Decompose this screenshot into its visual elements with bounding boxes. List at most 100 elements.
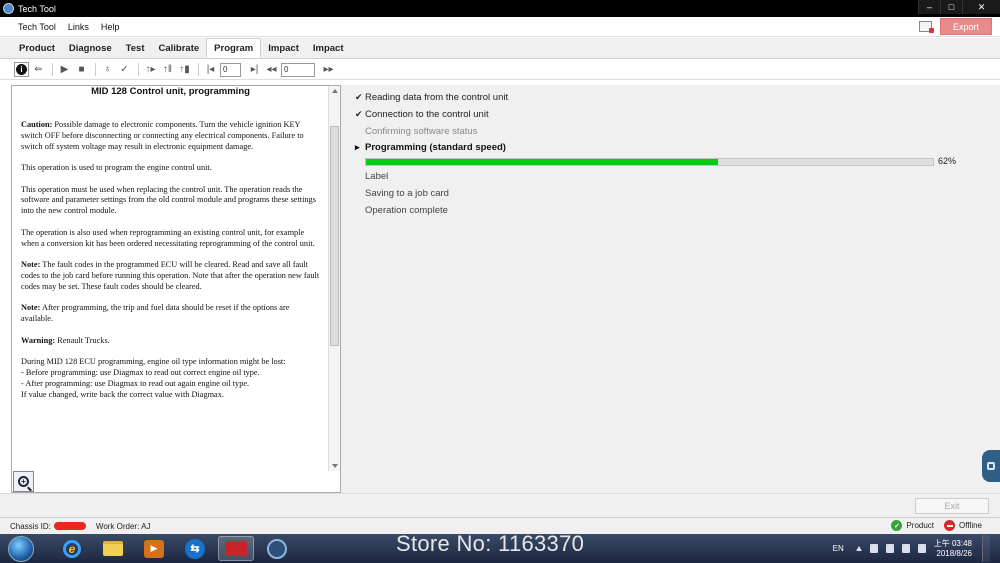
- step-confirming-software: Confirming software status: [355, 126, 477, 137]
- fast-forward-icon: ▸▸: [323, 64, 334, 75]
- step-label-write: Label: [355, 171, 388, 182]
- toolbox-icon: [225, 541, 247, 556]
- tab-impact[interactable]: Impact: [261, 38, 306, 58]
- note-text: After programming, the trip and fuel dat…: [21, 303, 290, 324]
- bottom-button-bar: Exit: [0, 493, 1000, 517]
- play-button[interactable]: ▶: [57, 62, 72, 77]
- folder-icon: [103, 541, 123, 556]
- programming-progress-bar: [365, 158, 934, 166]
- taskbar-tech-tool[interactable]: [218, 536, 254, 561]
- note-paragraph: Note: The fault codes in the programmed …: [21, 260, 320, 293]
- app-icon: [3, 3, 14, 14]
- doc-line: - After programming: use Diagmax to read…: [21, 378, 250, 388]
- tab-impact-2[interactable]: Impact: [306, 38, 351, 58]
- step-label: Programming (standard speed): [365, 142, 506, 153]
- rewind-button[interactable]: ◂◂: [264, 62, 279, 77]
- menu-links[interactable]: Links: [62, 22, 95, 32]
- check-button[interactable]: ✓: [117, 62, 132, 77]
- doc-line: If value changed, write back the correct…: [21, 389, 224, 399]
- store-watermark: Store No: 1163370: [396, 531, 585, 556]
- tab-calibrate[interactable]: Calibrate: [152, 38, 207, 58]
- taskbar-teamviewer[interactable]: ⇆: [177, 536, 213, 561]
- battery-icon[interactable]: [869, 544, 878, 553]
- bulb-button[interactable]: ♁: [100, 62, 115, 77]
- zoom-in-button[interactable]: +: [13, 471, 34, 492]
- taskbar-steering-app[interactable]: [259, 536, 295, 561]
- tab-product[interactable]: Product: [12, 38, 62, 58]
- caution-paragraph: Caution: Possible damage to electronic c…: [21, 120, 320, 153]
- work-order: Work Order: AJ: [95, 521, 151, 531]
- step-into-icon: ↑▸: [145, 64, 156, 75]
- step-out-icon: ↑▮: [179, 64, 190, 75]
- back-button[interactable]: ⇐: [31, 62, 46, 77]
- step-saving-job-card: Saving to a job card: [355, 188, 449, 199]
- export-button[interactable]: Export: [940, 18, 992, 35]
- scroll-thumb[interactable]: [330, 126, 339, 346]
- message-icon[interactable]: [919, 21, 934, 33]
- redaction-mark: [53, 522, 86, 530]
- step-count-input[interactable]: 0: [281, 62, 315, 77]
- doc-paragraph: This operation must be used when replaci…: [21, 184, 316, 216]
- taskbar-file-explorer[interactable]: [95, 536, 131, 561]
- menu-tech-tool[interactable]: Tech Tool: [12, 22, 62, 32]
- doc-line: During MID 128 ECU programming, engine o…: [21, 357, 286, 366]
- tab-program[interactable]: Program: [206, 38, 262, 58]
- system-tray: EN 上午 03:48 2018/8/26: [833, 534, 990, 563]
- step-label: Confirming software status: [365, 126, 478, 137]
- step-over-button[interactable]: ↑‖: [160, 62, 175, 77]
- info-button[interactable]: i: [14, 62, 29, 77]
- scroll-up-icon[interactable]: [332, 89, 338, 93]
- exit-button[interactable]: Exit: [915, 498, 989, 514]
- zoom-in-icon: +: [18, 476, 29, 487]
- volume-icon[interactable]: [901, 544, 910, 553]
- start-button[interactable]: [8, 535, 34, 562]
- maximize-button[interactable]: □: [940, 0, 962, 14]
- current-step-arrow-icon: ▸: [355, 142, 360, 152]
- taskbar-internet-explorer[interactable]: e: [54, 536, 90, 561]
- doc-paragraph: This operation is used to program the en…: [21, 163, 212, 173]
- side-panel-tab[interactable]: [982, 450, 1000, 482]
- first-button[interactable]: |◂: [203, 62, 218, 77]
- stop-button[interactable]: ■: [74, 62, 89, 77]
- doc-line: - Before programming: use Diagmax to rea…: [21, 367, 260, 377]
- scroll-down-icon[interactable]: [332, 464, 338, 468]
- tab-test[interactable]: Test: [119, 38, 152, 58]
- doc-scrollbar[interactable]: [328, 86, 340, 471]
- toolbar-separator: [52, 63, 53, 76]
- flag-icon[interactable]: [885, 544, 894, 553]
- rewind-icon: ◂◂: [266, 64, 277, 75]
- offline-icon: [944, 520, 956, 531]
- tab-bar: Product Diagnose Test Calibrate Program …: [0, 38, 1000, 59]
- clock[interactable]: 上午 03:48 2018/8/26: [934, 539, 972, 559]
- position-input[interactable]: 0: [220, 62, 241, 77]
- note-label: Note:: [21, 303, 41, 313]
- media-player-icon: ▶: [144, 539, 164, 558]
- language-indicator[interactable]: EN: [833, 544, 844, 553]
- doc-title: MID 128 Control unit, programming: [91, 86, 250, 97]
- chassis-label: Chassis ID:: [10, 521, 51, 531]
- step-out-button[interactable]: ↑▮: [177, 62, 192, 77]
- caution-label: Caution:: [21, 119, 53, 129]
- connection-status: ✓ Product Offline: [891, 520, 982, 531]
- window-controls: – □ ✕: [918, 0, 1000, 14]
- product-status-label: Product: [906, 521, 935, 530]
- step-over-icon: ↑‖: [162, 64, 173, 75]
- show-hidden-icons-icon[interactable]: [855, 546, 862, 551]
- minimize-button[interactable]: –: [918, 0, 940, 14]
- progress-percent: 62%: [938, 156, 957, 166]
- show-desktop-button[interactable]: [982, 535, 990, 562]
- close-button[interactable]: ✕: [962, 0, 1000, 14]
- play-icon: ▶: [60, 64, 69, 75]
- progress-fill: [366, 159, 718, 165]
- menu-help[interactable]: Help: [95, 22, 126, 32]
- steering-wheel-icon: [267, 538, 287, 559]
- tab-diagnose[interactable]: Diagnose: [62, 38, 119, 58]
- step-label: Reading data from the control unit: [365, 92, 509, 103]
- note-paragraph: Note: After programming, the trip and fu…: [21, 303, 320, 325]
- note-text: The fault codes in the programmed ECU wi…: [21, 260, 320, 291]
- network-icon[interactable]: [917, 544, 926, 553]
- last-button[interactable]: ▸|: [247, 62, 262, 77]
- fast-forward-button[interactable]: ▸▸: [321, 62, 336, 77]
- step-into-button[interactable]: ↑▸: [143, 62, 158, 77]
- taskbar-media-player[interactable]: ▶: [136, 536, 172, 561]
